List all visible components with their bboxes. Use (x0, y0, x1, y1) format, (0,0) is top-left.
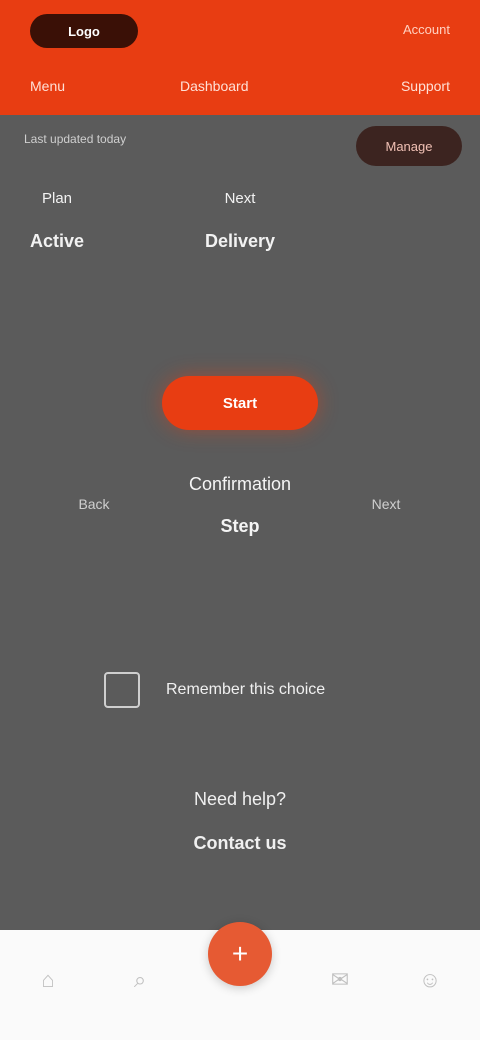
step-title-sub: Step (220, 516, 260, 536)
manage-button[interactable]: Manage (356, 126, 462, 166)
nav-dashboard[interactable]: Dashboard (180, 78, 249, 94)
step-title-main: Confirmation (188, 474, 292, 494)
help-link[interactable]: Need help? Contact us (160, 786, 320, 856)
nav-support[interactable]: Support (401, 78, 450, 94)
stat-plan: Plan Active (22, 188, 92, 252)
remember-checkbox-label: Remember this choice (166, 681, 326, 698)
brand-logo[interactable]: Logo (30, 14, 138, 48)
profile-icon[interactable]: ☺ (410, 960, 450, 1000)
status-line: Last updated today (24, 132, 127, 146)
stat-next: Next Delivery (176, 188, 304, 252)
stat-next-value: Delivery (204, 231, 276, 251)
stat-next-title: Next (224, 190, 256, 207)
next-link[interactable]: Next (336, 496, 436, 512)
remember-checkbox[interactable] (104, 672, 140, 708)
step-title: Confirmation Step (150, 470, 330, 540)
stat-plan-value: Active (29, 231, 85, 251)
start-button[interactable]: Start (162, 376, 318, 430)
nav-menu[interactable]: Menu (30, 78, 65, 94)
search-icon[interactable]: ⌕ (120, 960, 160, 1000)
help-link-line2: Contact us (193, 833, 287, 853)
account-link[interactable]: Account (403, 22, 450, 37)
app-header: Logo Account Menu Dashboard Support (0, 0, 480, 115)
stat-plan-title: Plan (41, 190, 73, 207)
help-link-line1: Need help? (193, 789, 287, 809)
plus-icon[interactable]: + (208, 922, 272, 986)
back-link[interactable]: Back (48, 496, 140, 512)
remember-checkbox-row[interactable]: Remember this choice (104, 670, 384, 710)
chat-icon[interactable]: ✉ (320, 960, 360, 1000)
home-icon[interactable]: ⌂ (28, 960, 68, 1000)
